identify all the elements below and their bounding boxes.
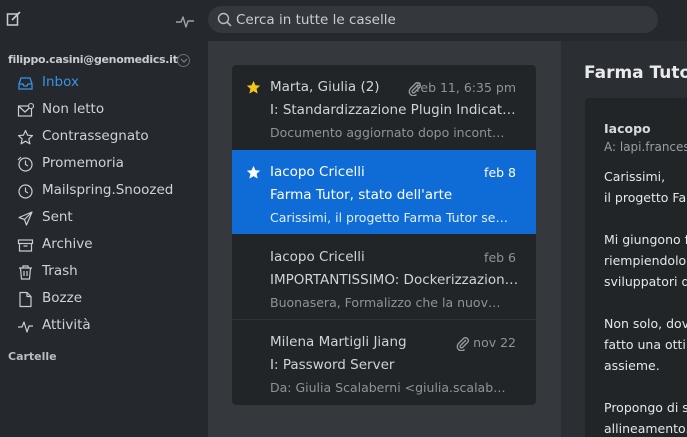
reader-subject: Farma Tuto xyxy=(584,63,687,83)
body-line: fatto una ottin xyxy=(604,337,687,352)
message-row-selected[interactable]: Iacopo Cricelli feb 8 Farma Tutor, stato… xyxy=(232,150,536,234)
search-icon xyxy=(217,12,232,27)
body-line: riempiendolo xyxy=(604,253,687,268)
message-date: feb 6 xyxy=(484,250,516,265)
message-sender: Iacopo Cricelli xyxy=(270,164,365,180)
star-filled-icon[interactable] xyxy=(246,80,261,95)
account-email: filippo.casini@genomedics.it xyxy=(8,53,178,66)
body-line: Mi giungono f xyxy=(604,232,687,247)
star-icon xyxy=(17,129,34,146)
search-input[interactable] xyxy=(236,6,646,33)
sidebar-item-drafts[interactable]: Bozze xyxy=(0,286,208,312)
folders-section-label: Cartelle xyxy=(8,350,57,363)
body-line: Carissimi, xyxy=(604,169,666,184)
reminder-icon xyxy=(17,156,34,173)
message-date: nov 22 xyxy=(473,335,516,350)
message-subject: I: Password Server xyxy=(270,357,395,373)
message-subject: Farma Tutor, stato dell'arte xyxy=(270,187,453,203)
sidebar-item-flagged[interactable]: Contrassegnato xyxy=(0,124,208,150)
message-snippet: Carissimi, il progetto Farma Tutor semb.… xyxy=(270,210,508,225)
sidebar-item-label: Attività xyxy=(42,317,91,333)
sidebar-item-label: Bozze xyxy=(42,290,82,306)
paperclip-icon xyxy=(455,335,471,351)
clock-icon xyxy=(17,183,34,200)
message-snippet: Documento aggiornato dopo incontro ... xyxy=(270,125,508,140)
chevron-down-icon[interactable] xyxy=(177,54,190,67)
activity-icon xyxy=(17,318,34,335)
sidebar-item-label: Contrassegnato xyxy=(42,128,149,144)
message-row[interactable]: Marta, Giulia (2) feb 11, 6:35 pm I: Sta… xyxy=(232,65,536,149)
reader-pane: Farma Tuto Iacopo A: lapi.francesc Caris… xyxy=(561,41,687,437)
body-line: Non solo, dov xyxy=(604,316,687,331)
pulse-icon[interactable] xyxy=(175,12,195,30)
sidebar-item-label: Promemoria xyxy=(42,155,124,171)
message-row[interactable]: Iacopo Cricelli feb 6 IMPORTANTISSIMO: D… xyxy=(232,235,536,319)
star-filled-icon[interactable] xyxy=(246,165,261,180)
message-list-pane: Marta, Giulia (2) feb 11, 6:35 pm I: Sta… xyxy=(208,41,561,437)
sidebar-item-activity[interactable]: Attività xyxy=(0,313,208,339)
message-subject: I: Standardizzazione Plugin Indicator L.… xyxy=(270,102,520,118)
sidebar-item-label: Trash xyxy=(42,263,78,279)
message-row[interactable]: Milena Martigli Jiang nov 22 I: Password… xyxy=(232,320,536,404)
sidebar-item-sent[interactable]: Sent xyxy=(0,205,208,231)
sidebar: filippo.casini@genomedics.it Inbox Non l… xyxy=(0,41,208,437)
trash-icon xyxy=(17,264,34,281)
inbox-icon xyxy=(17,75,34,92)
message-body-card: Iacopo A: lapi.francesc Carissimi, il pr… xyxy=(585,98,687,437)
top-toolbar xyxy=(0,0,687,41)
sidebar-item-reminders[interactable]: Promemoria xyxy=(0,151,208,177)
sidebar-item-inbox[interactable]: Inbox xyxy=(0,70,208,96)
body-line: il progetto Far xyxy=(604,190,687,205)
body-line: allineamento. xyxy=(604,421,687,436)
archive-icon xyxy=(17,237,34,254)
message-date: feb 11, 6:35 pm xyxy=(415,80,516,95)
send-icon xyxy=(17,210,34,227)
compose-icon[interactable] xyxy=(6,11,22,27)
message-date: feb 8 xyxy=(484,165,516,180)
sidebar-item-label: Archive xyxy=(42,236,93,252)
message-sender: Milena Martigli Jiang xyxy=(270,334,407,350)
sidebar-item-snoozed[interactable]: Mailspring.Snoozed xyxy=(0,178,208,204)
unread-icon xyxy=(17,102,34,119)
search-bar[interactable] xyxy=(208,6,658,33)
message-snippet: Da: Giulia Scalaberni <giulia.scalaberni… xyxy=(270,380,508,395)
draft-icon xyxy=(17,291,34,308)
message-snippet: Buonasera, Formalizzo che la nuova e d..… xyxy=(270,295,508,310)
message-list: Marta, Giulia (2) feb 11, 6:35 pm I: Sta… xyxy=(232,65,536,405)
sidebar-item-label: Mailspring.Snoozed xyxy=(42,182,174,198)
sidebar-item-label: Sent xyxy=(42,209,73,225)
body-line: assieme. xyxy=(604,358,660,373)
sidebar-item-label: Non letto xyxy=(42,101,105,117)
message-sender: Iacopo Cricelli xyxy=(270,249,365,265)
sidebar-item-archive[interactable]: Archive xyxy=(0,232,208,258)
sidebar-item-label: Inbox xyxy=(42,74,79,90)
body-line: Propongo di s xyxy=(604,400,687,415)
body-line: sviluppatori di xyxy=(604,274,687,289)
reader-recipient: A: lapi.francesc xyxy=(604,140,687,154)
message-sender: Marta, Giulia (2) xyxy=(270,79,380,95)
sidebar-item-trash[interactable]: Trash xyxy=(0,259,208,285)
message-subject: IMPORTANTISSIMO: Dockerizzazione ... xyxy=(270,272,520,288)
reader-sender[interactable]: Iacopo xyxy=(604,121,651,136)
sidebar-item-unread[interactable]: Non letto xyxy=(0,97,208,123)
